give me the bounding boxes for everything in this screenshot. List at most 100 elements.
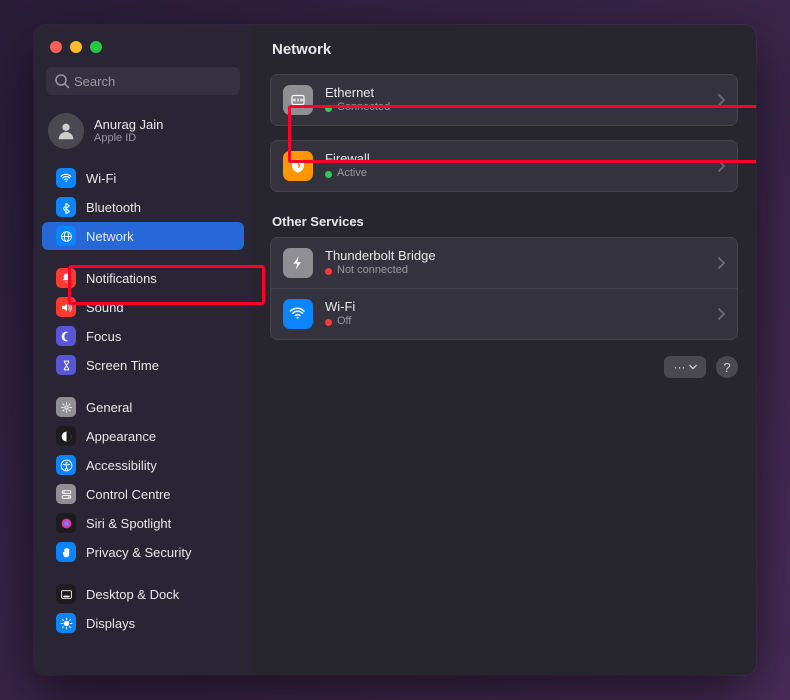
status-dot-icon — [325, 171, 332, 178]
bell-icon — [56, 268, 76, 288]
row-title: Ethernet — [325, 85, 705, 101]
sidebar-item-privacy[interactable]: Privacy & Security — [42, 538, 244, 566]
status-dot-icon — [325, 319, 332, 326]
row-text: Thunderbolt BridgeNot connected — [325, 248, 705, 278]
siri-icon — [56, 513, 76, 533]
sidebar-item-label: Appearance — [86, 429, 156, 444]
network-icon — [56, 226, 76, 246]
row-text: FirewallActive — [325, 151, 705, 181]
displays-icon — [56, 613, 76, 633]
other-services-card: Thunderbolt BridgeNot connected Wi-FiOff — [270, 237, 738, 340]
row-status: Connected — [325, 101, 705, 115]
row-status-text: Active — [337, 167, 367, 181]
chevron-right-icon — [717, 94, 725, 106]
sidebar-item-label: General — [86, 400, 132, 415]
settings-window: Anurag Jain Apple ID Wi-Fi Bluetooth Netwo… — [34, 25, 756, 675]
search-input[interactable] — [46, 67, 240, 95]
row-status: Not connected — [325, 264, 705, 278]
row-status-text: Off — [337, 315, 351, 329]
firewall-icon — [283, 151, 313, 181]
account-text: Anurag Jain Apple ID — [94, 117, 163, 146]
sidebar-item-label: Displays — [86, 616, 135, 631]
row-text: Wi-FiOff — [325, 299, 705, 329]
sidebar-item-screentime[interactable]: Screen Time — [42, 351, 244, 379]
sidebar-item-label: Network — [86, 229, 134, 244]
main-pane: Network EthernetConnectedFirewallActive … — [252, 25, 756, 675]
primary-service-card-firewall: FirewallActive — [270, 140, 738, 192]
sidebar-item-bluetooth[interactable]: Bluetooth — [42, 193, 244, 221]
sidebar-item-siri[interactable]: Siri & Spotlight — [42, 509, 244, 537]
wifi-icon — [56, 168, 76, 188]
other-services-label: Other Services — [270, 206, 738, 237]
sidebar-item-appearance[interactable]: Appearance — [42, 422, 244, 450]
row-title: Wi-Fi — [325, 299, 705, 315]
moon-icon — [56, 326, 76, 346]
sidebar-item-label: Focus — [86, 329, 121, 344]
switches-icon — [56, 484, 76, 504]
footer-actions: ··· ? — [270, 354, 738, 378]
more-dots-icon: ··· — [674, 360, 686, 374]
hourglass-icon — [56, 355, 76, 375]
close-window-button[interactable] — [50, 41, 62, 53]
page-title: Network — [270, 39, 738, 74]
search-icon — [54, 73, 70, 89]
primary-row-ethernet[interactable]: EthernetConnected — [271, 75, 737, 125]
row-status-text: Connected — [337, 101, 390, 115]
minimize-window-button[interactable] — [70, 41, 82, 53]
window-controls — [34, 37, 252, 67]
chevron-right-icon — [717, 257, 725, 269]
sidebar-item-label: Privacy & Security — [86, 545, 191, 560]
zoom-window-button[interactable] — [90, 41, 102, 53]
account-row[interactable]: Anurag Jain Apple ID — [34, 107, 252, 163]
account-subtitle: Apple ID — [94, 132, 163, 145]
other-row-thunderbolt[interactable]: Thunderbolt BridgeNot connected — [271, 238, 737, 288]
status-dot-icon — [325, 268, 332, 275]
bluetooth-icon — [56, 197, 76, 217]
account-name: Anurag Jain — [94, 117, 163, 133]
sidebar-item-label: Notifications — [86, 271, 157, 286]
row-status: Active — [325, 167, 705, 181]
chevron-right-icon — [717, 308, 725, 320]
sidebar-list: Wi-Fi Bluetooth Network Notifications Sound F… — [34, 163, 252, 675]
sidebar-item-network[interactable]: Network — [42, 222, 244, 250]
search-box — [46, 67, 240, 95]
row-title: Thunderbolt Bridge — [325, 248, 705, 264]
sidebar-item-wifi[interactable]: Wi-Fi — [42, 164, 244, 192]
other-row-wifi2[interactable]: Wi-FiOff — [271, 288, 737, 339]
help-button[interactable]: ? — [716, 356, 738, 378]
hand-icon — [56, 542, 76, 562]
sound-icon — [56, 297, 76, 317]
sidebar-item-controlcentre[interactable]: Control Centre — [42, 480, 244, 508]
sidebar-item-accessibility[interactable]: Accessibility — [42, 451, 244, 479]
sidebar-item-label: Desktop & Dock — [86, 587, 179, 602]
row-status-text: Not connected — [337, 264, 408, 278]
sidebar-item-notifications[interactable]: Notifications — [42, 264, 244, 292]
chevron-right-icon — [717, 160, 725, 172]
sidebar-item-sound[interactable]: Sound — [42, 293, 244, 321]
chevron-down-icon — [689, 363, 697, 371]
primary-row-firewall[interactable]: FirewallActive — [271, 141, 737, 191]
sidebar-item-label: Wi-Fi — [86, 171, 116, 186]
dock-icon — [56, 584, 76, 604]
sidebar: Anurag Jain Apple ID Wi-Fi Bluetooth Netwo… — [34, 25, 252, 675]
wifi-icon — [283, 299, 313, 329]
accessibility-icon — [56, 455, 76, 475]
sidebar-item-label: Siri & Spotlight — [86, 516, 171, 531]
sidebar-item-label: Control Centre — [86, 487, 171, 502]
avatar — [48, 113, 84, 149]
sidebar-item-focus[interactable]: Focus — [42, 322, 244, 350]
primary-service-card-ethernet: EthernetConnected — [270, 74, 738, 126]
ethernet-icon — [283, 85, 313, 115]
status-dot-icon — [325, 105, 332, 112]
sidebar-item-label: Bluetooth — [86, 200, 141, 215]
gear-icon — [56, 397, 76, 417]
row-title: Firewall — [325, 151, 705, 167]
more-actions-button[interactable]: ··· — [664, 356, 706, 378]
appearance-icon — [56, 426, 76, 446]
sidebar-item-desktop[interactable]: Desktop & Dock — [42, 580, 244, 608]
row-text: EthernetConnected — [325, 85, 705, 115]
sidebar-item-displays[interactable]: Displays — [42, 609, 244, 637]
sidebar-item-label: Screen Time — [86, 358, 159, 373]
sidebar-item-general[interactable]: General — [42, 393, 244, 421]
sidebar-item-label: Sound — [86, 300, 124, 315]
